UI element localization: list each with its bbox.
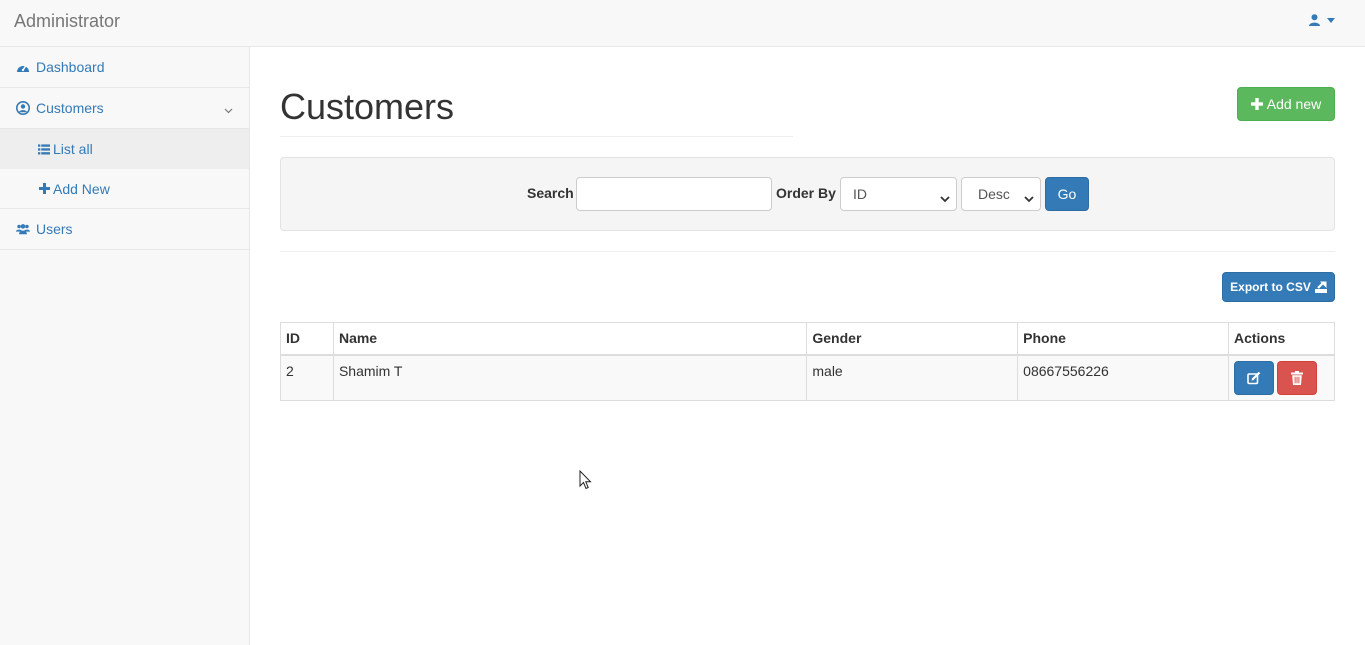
caret-down-icon (1327, 17, 1335, 23)
table-row: 2 Shamim T male 08667556226 (280, 354, 1336, 401)
export-csv-label: Export to CSV (1230, 280, 1311, 294)
list-icon (38, 143, 50, 155)
mouse-cursor (579, 469, 592, 493)
page-title: Customers (280, 86, 455, 127)
chevron-down-icon (224, 101, 233, 117)
search-label: Search (527, 185, 574, 201)
column-header-name[interactable]: Name (332, 322, 808, 356)
sidebar-item-label: Dashboard (36, 59, 105, 75)
cell-gender: male (806, 354, 1019, 401)
top-navbar: Administrator (0, 0, 1365, 47)
user-menu-toggle[interactable] (1309, 14, 1335, 26)
add-new-label: Add new (1266, 96, 1322, 112)
user-icon (1309, 14, 1320, 26)
column-header-phone[interactable]: Phone (1017, 322, 1229, 356)
cell-actions (1227, 354, 1336, 401)
page-header: Customers (280, 85, 793, 137)
edit-icon (1247, 371, 1261, 384)
column-header-gender[interactable]: Gender (806, 322, 1019, 356)
dashboard-icon (16, 60, 30, 74)
edit-button[interactable] (1233, 360, 1274, 395)
chevron-down-icon (940, 190, 950, 206)
delete-button[interactable] (1276, 360, 1317, 395)
sidebar-subitem-add-new[interactable]: Add New (0, 169, 249, 209)
brand-title[interactable]: Administrator (14, 11, 120, 31)
customers-table: ID Name Gender Phone Actions 2 Shamim T … (280, 322, 1336, 401)
sidebar-item-label: Users (36, 221, 73, 237)
order-direction-select[interactable]: Desc (961, 177, 1041, 211)
add-new-button[interactable]: Add new (1237, 87, 1335, 121)
sidebar-item-dashboard[interactable]: Dashboard (0, 47, 249, 88)
export-csv-button[interactable]: Export to CSV (1222, 272, 1335, 302)
sidebar-item-customers[interactable]: Customers (0, 88, 249, 129)
sidebar-subitem-label: Add New (53, 180, 110, 197)
plus-icon (1250, 98, 1263, 110)
go-button[interactable]: Go (1045, 177, 1089, 211)
cell-id: 2 (280, 354, 334, 401)
column-header-id[interactable]: ID (280, 322, 334, 356)
chevron-down-icon (1024, 190, 1034, 206)
order-by-label: Order By (776, 185, 836, 201)
export-icon (1314, 281, 1327, 293)
column-header-actions: Actions (1227, 322, 1336, 356)
sidebar-item-label: Customers (36, 100, 104, 116)
cell-phone: 08667556226 (1017, 354, 1229, 401)
plus-icon (38, 183, 50, 195)
search-input[interactable] (576, 177, 772, 211)
order-by-select[interactable]: ID (840, 177, 957, 211)
divider (280, 251, 1335, 252)
table-header-row: ID Name Gender Phone Actions (280, 322, 1336, 356)
order-direction-value: Desc (978, 186, 1010, 202)
user-circle-icon (16, 101, 30, 115)
sidebar: Dashboard Customers List all Add New Use… (0, 47, 250, 645)
sidebar-item-users[interactable]: Users (0, 209, 249, 250)
trash-icon (1290, 370, 1303, 385)
users-icon (16, 222, 30, 236)
sidebar-subitem-list-all[interactable]: List all (0, 129, 249, 169)
sidebar-subitem-label: List all (53, 141, 93, 157)
order-by-value: ID (853, 186, 867, 202)
cell-name: Shamim T (332, 354, 808, 401)
